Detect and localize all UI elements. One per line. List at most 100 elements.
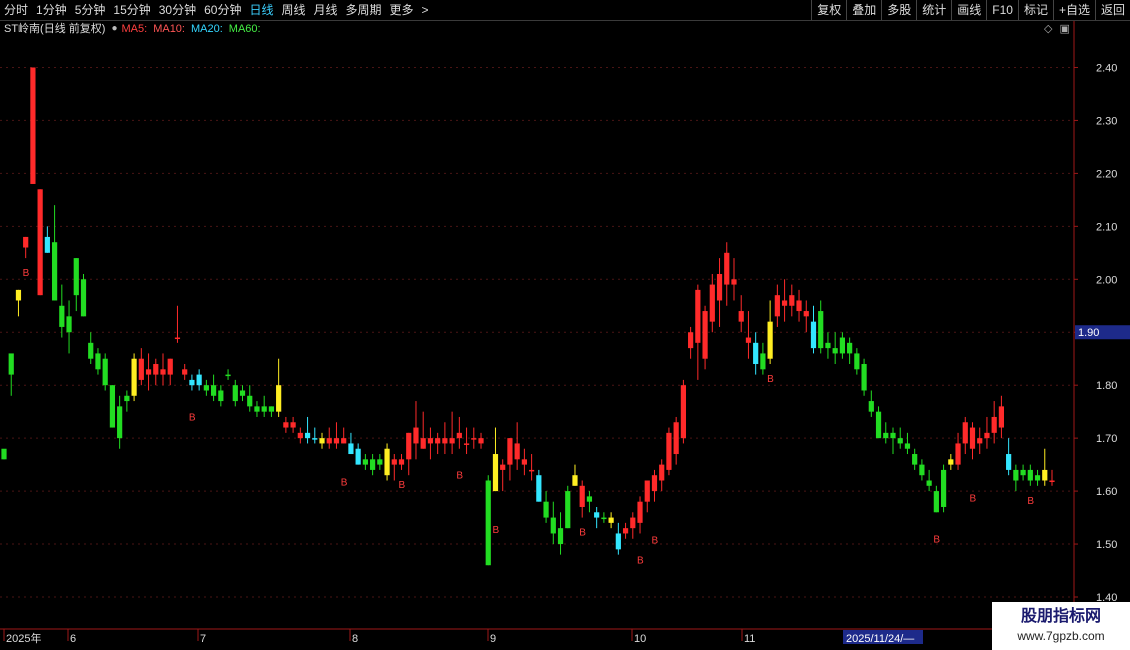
candle-body[interactable] bbox=[659, 464, 665, 481]
candle-body[interactable] bbox=[312, 438, 318, 440]
candle-body[interactable] bbox=[463, 443, 470, 445]
candle-body[interactable] bbox=[977, 438, 983, 444]
candle-body[interactable] bbox=[847, 342, 853, 354]
candle-body[interactable] bbox=[991, 416, 997, 433]
window-icon[interactable]: ▣ bbox=[1060, 23, 1070, 35]
candle-body[interactable] bbox=[95, 353, 101, 370]
toolbar-button[interactable]: 返回 bbox=[1094, 0, 1130, 20]
candle-body[interactable] bbox=[550, 517, 556, 534]
candle-body[interactable] bbox=[875, 411, 882, 439]
candle-body[interactable] bbox=[572, 475, 578, 486]
candle-body[interactable] bbox=[680, 385, 686, 439]
candle-body[interactable] bbox=[688, 332, 694, 349]
candle-body[interactable] bbox=[138, 358, 144, 380]
candle-body[interactable] bbox=[651, 475, 658, 492]
candle-body[interactable] bbox=[37, 189, 43, 296]
candle-body[interactable] bbox=[536, 475, 542, 502]
candle-body[interactable] bbox=[565, 491, 571, 529]
candle-body[interactable] bbox=[196, 374, 202, 386]
candle-body[interactable] bbox=[724, 252, 730, 285]
candle-body[interactable] bbox=[702, 311, 708, 359]
candle-body[interactable] bbox=[406, 432, 412, 460]
candle-body[interactable] bbox=[326, 438, 332, 444]
candle-body[interactable] bbox=[774, 295, 780, 317]
candle-body[interactable] bbox=[767, 321, 773, 359]
period-tab[interactable]: 月线 bbox=[310, 0, 342, 20]
candle-body[interactable] bbox=[810, 321, 817, 349]
candle-body[interactable] bbox=[955, 443, 961, 465]
candle-body[interactable] bbox=[102, 358, 108, 386]
candle-body[interactable] bbox=[940, 469, 947, 507]
period-tab[interactable]: 多周期 bbox=[342, 0, 386, 20]
candle-body[interactable] bbox=[507, 438, 513, 465]
candle-body[interactable] bbox=[51, 242, 58, 301]
candle-body[interactable] bbox=[420, 438, 426, 449]
candle-body[interactable] bbox=[23, 236, 29, 248]
candle-body[interactable] bbox=[753, 342, 759, 365]
candle-body[interactable] bbox=[521, 459, 527, 465]
period-tab[interactable]: 30分钟 bbox=[155, 0, 200, 20]
candle-body[interactable] bbox=[218, 390, 224, 402]
candle-body[interactable] bbox=[485, 480, 491, 566]
candle-body[interactable] bbox=[1006, 454, 1012, 470]
candle-body[interactable] bbox=[745, 337, 752, 343]
candle-body[interactable] bbox=[883, 432, 889, 439]
candle-body[interactable] bbox=[529, 469, 535, 472]
diamond-icon[interactable]: ◇ bbox=[1044, 23, 1052, 35]
toolbar-button[interactable]: 叠加 bbox=[846, 0, 881, 20]
candle-body[interactable] bbox=[30, 67, 36, 184]
candle-body[interactable] bbox=[514, 443, 520, 460]
candle-body[interactable] bbox=[348, 443, 354, 455]
toolbar-button[interactable]: 画线 bbox=[951, 0, 986, 20]
candle-body[interactable] bbox=[73, 258, 79, 296]
period-tab[interactable]: 1分钟 bbox=[32, 0, 71, 20]
candle-body[interactable] bbox=[731, 279, 737, 285]
candle-body[interactable] bbox=[716, 273, 723, 301]
kline-chart[interactable]: 1.401.501.601.701.801.902.002.102.202.30… bbox=[0, 21, 1130, 650]
candle-body[interactable] bbox=[709, 284, 715, 322]
candle-body[interactable] bbox=[1, 448, 7, 460]
candle-body[interactable] bbox=[370, 459, 376, 470]
candle-body[interactable] bbox=[1034, 475, 1041, 481]
candle-body[interactable] bbox=[608, 517, 614, 523]
candle-body[interactable] bbox=[66, 316, 72, 333]
candle-body[interactable] bbox=[543, 501, 549, 518]
candle-body[interactable] bbox=[391, 459, 397, 465]
toolbar-button[interactable]: +自选 bbox=[1052, 0, 1095, 20]
candle-body[interactable] bbox=[890, 432, 896, 439]
candle-body[interactable] bbox=[225, 374, 231, 377]
candle-body[interactable] bbox=[442, 438, 448, 444]
candle-body[interactable] bbox=[962, 422, 968, 444]
candle-body[interactable] bbox=[500, 464, 506, 470]
candle-body[interactable] bbox=[254, 406, 260, 412]
period-tab[interactable]: 周线 bbox=[277, 0, 309, 20]
toolbar-button[interactable]: 统计 bbox=[916, 0, 951, 20]
toolbar-button[interactable]: 复权 bbox=[811, 0, 846, 20]
candle-body[interactable] bbox=[174, 337, 181, 340]
candle-body[interactable] bbox=[239, 390, 246, 396]
candle-body[interactable] bbox=[261, 406, 267, 412]
candle-body[interactable] bbox=[276, 385, 282, 412]
candle-body[interactable] bbox=[297, 432, 303, 439]
candle-body[interactable] bbox=[232, 385, 238, 402]
candle-body[interactable] bbox=[182, 369, 188, 375]
candle-body[interactable] bbox=[377, 459, 383, 465]
candle-body[interactable] bbox=[666, 432, 672, 470]
candle-body[interactable] bbox=[283, 422, 289, 428]
candle-body[interactable] bbox=[615, 533, 621, 550]
candle-body[interactable] bbox=[818, 311, 824, 349]
candle-body[interactable] bbox=[153, 364, 159, 375]
candle-body[interactable] bbox=[247, 395, 253, 407]
candle-body[interactable] bbox=[868, 401, 874, 412]
period-tab[interactable]: 60分钟 bbox=[200, 0, 245, 20]
candle-body[interactable] bbox=[673, 422, 679, 455]
candle-body[interactable] bbox=[8, 353, 14, 375]
period-tab[interactable]: 日线 bbox=[245, 0, 277, 20]
candle-body[interactable] bbox=[897, 438, 903, 444]
candle-body[interactable] bbox=[832, 348, 838, 354]
candle-body[interactable] bbox=[145, 369, 152, 375]
candle-body[interactable] bbox=[912, 454, 918, 465]
candle-body[interactable] bbox=[478, 438, 484, 444]
candle-body[interactable] bbox=[933, 491, 939, 513]
candle-body[interactable] bbox=[557, 528, 564, 545]
